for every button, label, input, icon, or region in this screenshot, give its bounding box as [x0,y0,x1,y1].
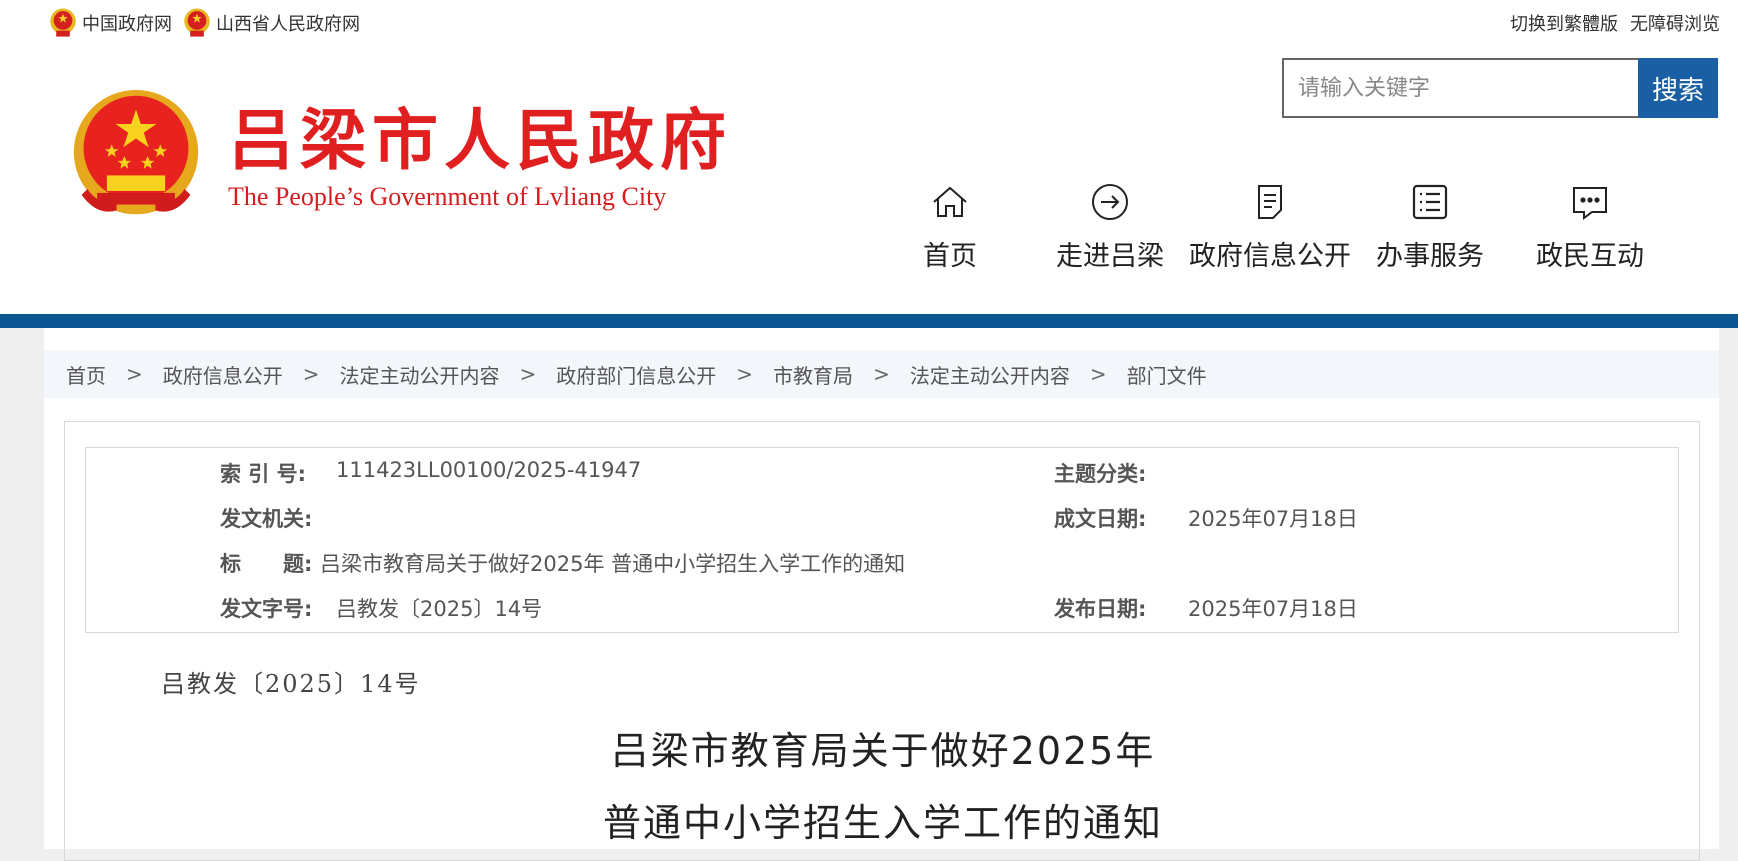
nav-item-interaction[interactable]: 政民互动 [1510,180,1670,273]
chat-icon [1573,187,1607,220]
search-button[interactable]: 搜索 [1638,58,1718,118]
topbar-tools: 切换到繁體版 无障碍浏览 [1510,10,1720,36]
chevron-right-icon: > [126,362,143,386]
nav-item-label: 政府信息公开 [1189,241,1351,272]
breadcrumb-item[interactable]: 政府信息公开 [163,360,283,389]
main-content: 首页 > 政府信息公开 > 法定主动公开内容 > 政府部门信息公开 > 市教育局… [44,328,1719,861]
main-nav: 首页 走进吕梁 政府信息公开 办事服务 政民互动 [870,180,1670,273]
chevron-right-icon: > [873,362,890,386]
meta-label: 发文字号: [220,597,313,621]
breadcrumb-item[interactable]: 法定主动公开内容 [340,360,500,389]
shanxi-gov-link[interactable]: 山西省人民政府网 [180,6,360,40]
meta-row-issuer: 发文机关: [220,503,336,533]
document-icon [1258,185,1282,219]
topbar-links: 中国政府网 山西省人民政府网 [46,6,368,40]
logo-title-cn: 吕梁市人民政府 [228,101,732,179]
logo-title-en: The People’s Government of Lvliang City [228,182,667,211]
chevron-right-icon: > [1089,362,1107,386]
breadcrumb-item[interactable]: 市教育局 [773,360,853,389]
breadcrumb-item[interactable]: 政府部门信息公开 [556,360,716,389]
meta-value: 吕梁市教育局关于做好2025年 普通中小学招生入学工作的通知 [320,552,906,576]
meta-row-title: 标 题: 吕梁市教育局关于做好2025年 普通中小学招生入学工作的通知 [220,548,905,578]
document-number: 吕教发〔2025〕14号 [161,670,421,698]
meta-row-index: 索 引 号: 111423LL00100/2025-41947 [220,458,641,488]
meta-value: 2025年07月18日 [1188,597,1358,621]
meta-label: 索 引 号: [220,462,307,486]
accessibility-link[interactable]: 无障碍浏览 [1630,10,1720,36]
shanxi-gov-link-label: 山西省人民政府网 [216,14,360,35]
national-emblem-icon [50,8,76,37]
search-input[interactable] [1282,58,1638,118]
home-icon [933,186,967,217]
nav-item-label: 办事服务 [1376,241,1484,272]
page: 中国政府网 山西省人民政府网 切换到繁體版 无障碍浏览 搜索 [0,0,1738,861]
china-gov-link-label: 中国政府网 [82,14,172,35]
search-bar: 搜索 [1282,58,1718,118]
nav-item-info-disclosure[interactable]: 政府信息公开 [1189,180,1351,273]
meta-value: 2025年07月18日 [1188,507,1358,531]
meta-label: 发布日期: [1054,597,1147,621]
header-divider [0,314,1738,328]
nav-item-home[interactable]: 首页 [870,180,1030,273]
meta-row-topic: 主题分类: [1054,458,1188,488]
document-meta-table: 索 引 号: 111423LL00100/2025-41947 主题分类: 发文… [85,447,1679,633]
document-title-line-2: 普通中小学招生入学工作的通知 [602,801,1163,845]
nav-item-label: 首页 [923,241,977,272]
meta-label: 标 题: [220,552,313,576]
meta-label: 主题分类: [1054,462,1147,486]
meta-row-created: 成文日期: 2025年07月18日 [1054,503,1358,533]
chevron-right-icon: > [519,362,537,386]
national-emblem-icon [184,8,210,37]
nav-item-about[interactable]: 走进吕梁 [1030,180,1190,273]
breadcrumb-item[interactable]: 法定主动公开内容 [910,360,1070,389]
chevron-right-icon: > [736,362,754,386]
traditional-chinese-toggle[interactable]: 切换到繁體版 [1510,10,1618,36]
meta-row-published: 发布日期: 2025年07月18日 [1054,593,1358,623]
site-header: 中国政府网 山西省人民政府网 切换到繁體版 无障碍浏览 搜索 [0,0,1738,314]
nav-item-label: 政民互动 [1536,241,1644,272]
chevron-right-icon: > [302,362,320,386]
breadcrumb-item[interactable]: 部门文件 [1127,360,1207,389]
document-title-line-1: 吕梁市教育局关于做好2025年 [610,729,1156,773]
meta-row-docno: 发文字号: 吕教发〔2025〕14号 [220,593,542,623]
china-gov-link[interactable]: 中国政府网 [46,6,172,40]
breadcrumb: 首页 > 政府信息公开 > 法定主动公开内容 > 政府部门信息公开 > 市教育局… [44,350,1719,398]
arrow-circle-icon [1092,184,1128,220]
breadcrumb-item[interactable]: 首页 [66,360,106,389]
nav-item-services[interactable]: 办事服务 [1350,180,1510,273]
meta-value: 111423LL00100/2025-41947 [336,458,642,482]
article-container: 索 引 号: 111423LL00100/2025-41947 主题分类: 发文… [64,421,1700,861]
meta-label: 发文机关: [220,507,313,531]
nav-item-label: 走进吕梁 [1056,241,1164,272]
list-icon [1412,184,1448,220]
meta-label: 成文日期: [1054,507,1147,531]
meta-value: 吕教发〔2025〕14号 [336,597,543,621]
national-emblem-icon [73,89,199,215]
site-logo[interactable]: 吕梁市人民政府 The People’s Government of Lvlia… [68,88,732,224]
